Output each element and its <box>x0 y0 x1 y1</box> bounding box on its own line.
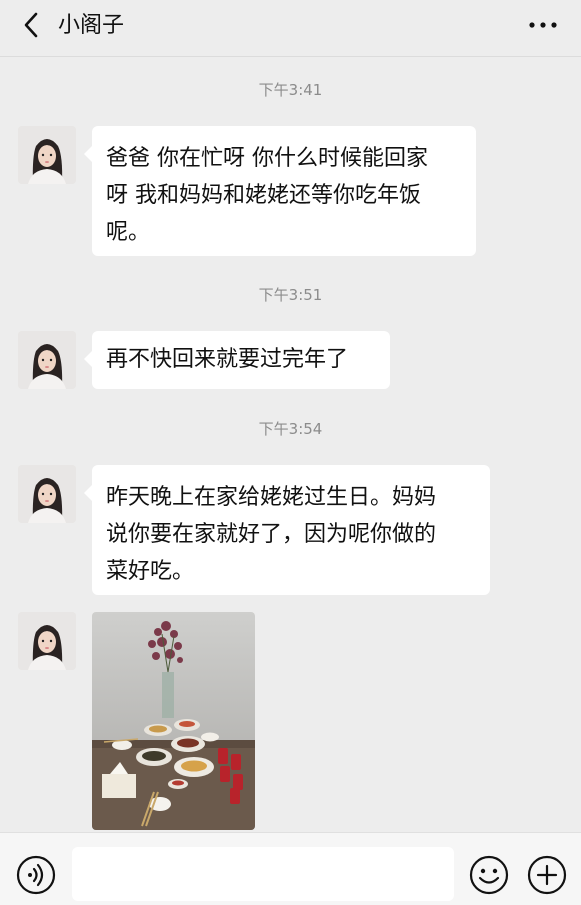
timestamp: 下午3:54 <box>258 420 323 438</box>
message-input[interactable] <box>72 847 454 901</box>
message-text-line: 再不快回来就要过完年了 <box>106 347 349 372</box>
back-button[interactable] <box>16 10 46 40</box>
timestamp: 下午3:41 <box>258 81 323 99</box>
message-text-line: 呢。 <box>106 220 151 245</box>
photo-message[interactable] <box>92 612 255 830</box>
add-button[interactable] <box>527 855 567 895</box>
input-bar <box>0 832 581 905</box>
avatar-girl-icon <box>18 331 76 389</box>
message-bubble[interactable]: 再不快回来就要过完年了 <box>84 331 390 389</box>
plus-circle-icon <box>527 855 567 895</box>
avatar[interactable] <box>18 126 76 184</box>
emoji-button[interactable] <box>469 855 509 895</box>
avatar-girl-icon <box>18 126 76 184</box>
message-text-line: 说你要在家就好了，因为呢你做的 <box>106 522 437 547</box>
message-text-line: 呀 我和妈妈和姥姥还等你吃年饭 <box>106 183 421 208</box>
timestamp: 下午3:51 <box>258 286 323 304</box>
chat-title: 小阁子 <box>58 13 125 38</box>
avatar[interactable] <box>18 331 76 389</box>
message-text-line: 昨天晚上在家给姥姥过生日。妈妈 <box>106 485 437 510</box>
chevron-left-icon <box>24 12 38 38</box>
chat-header: 小阁子 <box>0 0 581 57</box>
avatar[interactable] <box>18 612 76 670</box>
dinner-table-photo <box>92 612 255 830</box>
more-button[interactable] <box>523 10 563 40</box>
voice-button[interactable] <box>16 855 56 895</box>
message-bubble[interactable]: 昨天晚上在家给姥姥过生日。妈妈 说你要在家就好了，因为呢你做的 菜好吃。 <box>84 465 490 595</box>
more-horizontal-icon <box>529 22 557 28</box>
message-list[interactable]: 下午3:41 爸爸 你在忙呀 你什么时候能回家 呀 我和妈妈和姥姥还等你吃年饭 … <box>0 57 581 832</box>
avatar-girl-icon <box>18 465 76 523</box>
message-text-line: 爸爸 你在忙呀 你什么时候能回家 <box>106 146 428 171</box>
avatar[interactable] <box>18 465 76 523</box>
voice-icon <box>16 855 56 895</box>
message-text-line: 菜好吃。 <box>106 559 195 584</box>
avatar-girl-icon <box>18 612 76 670</box>
emoji-icon <box>469 855 509 895</box>
message-bubble[interactable]: 爸爸 你在忙呀 你什么时候能回家 呀 我和妈妈和姥姥还等你吃年饭 呢。 <box>84 126 476 256</box>
